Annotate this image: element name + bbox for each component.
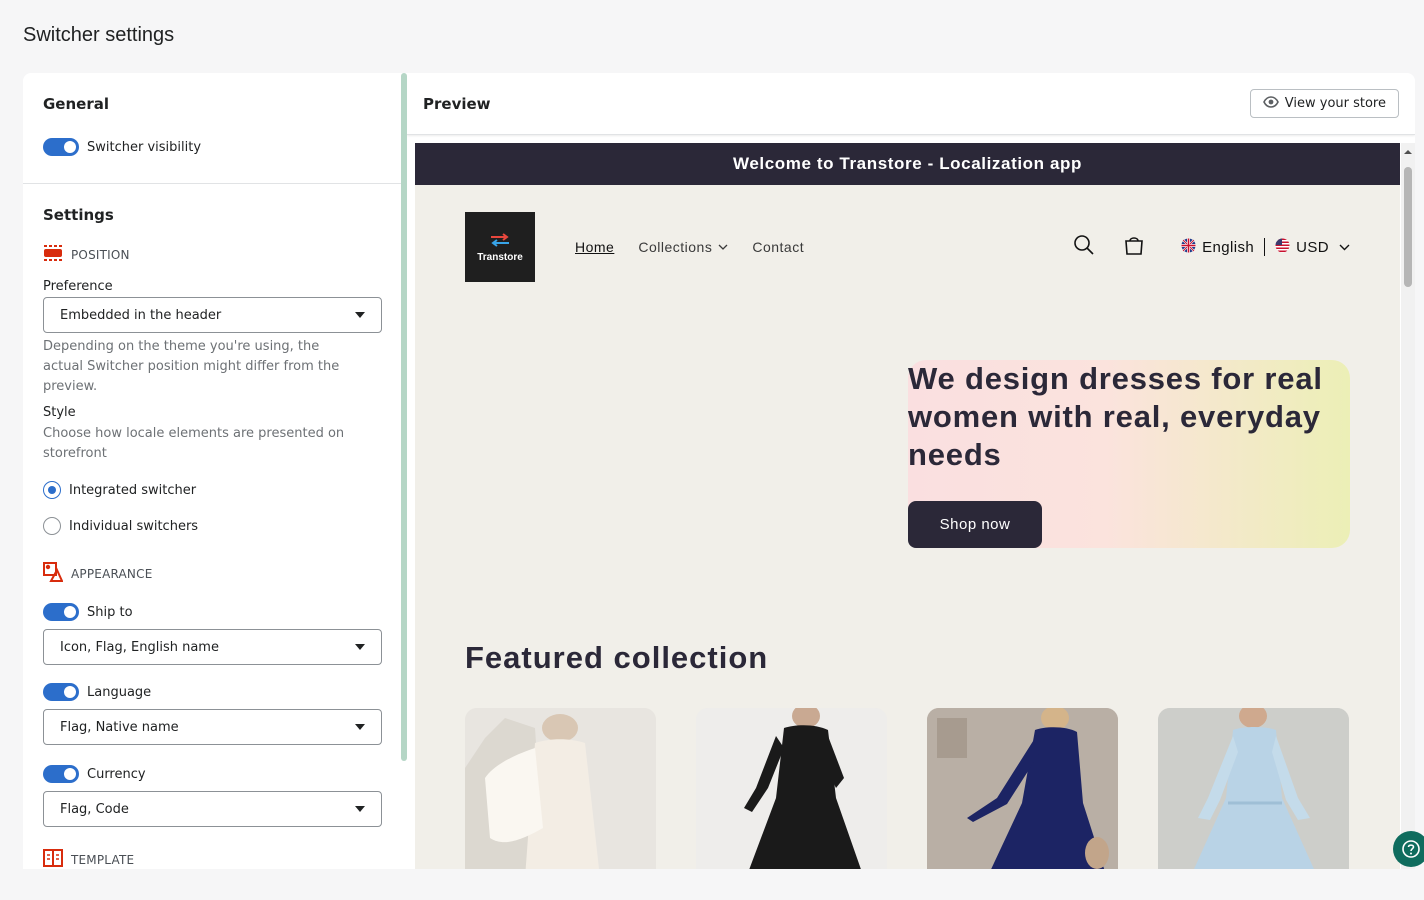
currency-toggle[interactable] [43,765,79,783]
settings-section: Settings POSITION Preference Embedded in… [23,184,407,869]
store-header: Transtore Home Collections Contact Engli… [465,212,1350,282]
currency-code: USD [1296,238,1329,256]
preview-title: Preview [423,94,491,113]
page-title: Switcher settings [23,24,175,46]
switcher-visibility-toggle[interactable] [43,138,79,156]
language-toggle[interactable] [43,683,79,701]
store-header-actions: English USD [1073,234,1350,261]
store-preview: Welcome to Transtore - Localization app … [415,143,1400,869]
featured-collection-title: Featured collection [465,640,769,675]
radio-individual-switchers[interactable]: Individual switchers [43,516,387,536]
product-card[interactable] [465,708,656,869]
announcement-bar: Welcome to Transtore - Localization app [415,143,1400,185]
style-label: Style [43,405,76,420]
currency-value: Flag, Code [60,801,129,817]
product-card[interactable] [1158,708,1349,869]
preview-scrollbar[interactable] [1401,143,1415,869]
general-title: General [43,95,109,113]
preview-scrollbar-thumb[interactable] [1404,167,1412,287]
logo-text: Transtore [477,251,523,263]
currency-row: Currency [43,764,387,784]
product-image [927,708,1118,869]
language-row: Language [43,682,387,702]
preview-header: Preview View your store [407,73,1415,135]
scroll-up-arrow-icon [1404,150,1412,154]
template-icon [43,849,63,869]
ship-to-select[interactable]: Icon, Flag, English name [43,629,382,665]
currency-select[interactable]: Flag, Code [43,791,382,827]
product-card[interactable] [696,708,887,869]
help-button[interactable] [1393,831,1424,867]
ship-to-row: Ship to [43,602,387,622]
locale-separator [1264,238,1266,256]
position-heading-label: POSITION [71,247,130,262]
product-card[interactable] [927,708,1118,869]
arrows-logo-icon [491,232,509,247]
appearance-icon [43,562,64,585]
cart-icon[interactable] [1123,234,1145,261]
us-flag-icon [1275,238,1290,257]
uk-flag-icon [1181,238,1196,257]
hero-banner: We design dresses for real women with re… [908,360,1350,548]
chevron-down-icon [718,244,728,250]
nav-collections-label: Collections [638,239,713,255]
ship-to-label: Ship to [87,604,133,620]
ship-to-toggle[interactable] [43,603,79,621]
eye-icon [1262,95,1279,112]
language-select[interactable]: Flag, Native name [43,709,382,745]
caret-down-icon [355,806,365,812]
view-store-button[interactable]: View your store [1249,89,1399,118]
caret-down-icon [355,312,365,318]
search-icon[interactable] [1073,234,1095,261]
shop-now-button[interactable]: Shop now [908,501,1042,548]
radio-integrated-switcher[interactable]: Integrated switcher [43,480,387,500]
nav-home[interactable]: Home [575,239,614,255]
nav-contact[interactable]: Contact [752,239,804,255]
preference-value: Embedded in the header [60,307,222,323]
language-label: Language [87,684,152,700]
product-image [696,708,887,869]
style-help-text: Choose how locale elements are presented… [43,426,345,461]
language-value: Flag, Native name [60,719,179,735]
appearance-heading-label: APPEARANCE [71,566,153,581]
position-icon [43,244,63,265]
position-help-text: Depending on the theme you're using, the… [43,339,340,394]
locale-switcher[interactable]: English USD [1181,238,1350,257]
ship-to-value: Icon, Flag, English name [60,639,219,655]
caret-down-icon [355,644,365,650]
hero-heading: We design dresses for real women with re… [908,361,1323,472]
view-store-label: View your store [1284,96,1386,111]
preference-label: Preference [43,279,113,294]
appearance-heading: APPEARANCE [43,562,387,585]
store-nav: Home Collections Contact [575,239,804,255]
position-heading: POSITION [43,244,387,265]
radio-label: Individual switchers [69,518,199,534]
nav-collections[interactable]: Collections [638,239,728,255]
radio-button[interactable] [43,517,61,535]
language-name: English [1202,238,1255,256]
currency-label: Currency [87,766,146,782]
preference-select[interactable]: Embedded in the header [43,297,382,333]
template-heading-label: TEMPLATE [71,852,135,867]
switcher-visibility-label: Switcher visibility [87,139,202,155]
preview-panel: Preview View your store Welcome to Trans… [407,73,1415,869]
product-image [1158,708,1349,869]
settings-panel: General Switcher visibility Settings POS… [23,73,407,869]
store-logo[interactable]: Transtore [465,212,535,282]
product-grid [465,708,1349,869]
settings-title: Settings [43,206,114,224]
general-section: General Switcher visibility [23,73,407,157]
radio-label: Integrated switcher [69,482,197,498]
product-image [465,708,656,869]
template-heading: TEMPLATE [43,849,387,869]
chevron-down-icon [1339,244,1350,250]
radio-button-selected[interactable] [43,481,61,499]
caret-down-icon [355,724,365,730]
switcher-visibility-row: Switcher visibility [43,137,387,157]
question-icon [1402,840,1420,858]
